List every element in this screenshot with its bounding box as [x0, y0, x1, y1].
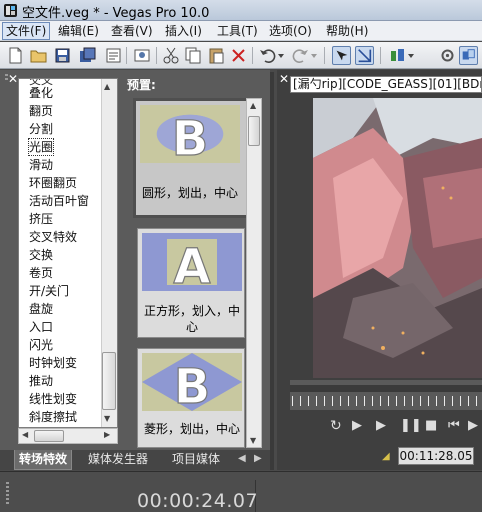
paste-icon[interactable] [207, 46, 226, 65]
preset-caption: 正方形，划入，中心 [143, 304, 240, 334]
next-frame-icon[interactable]: ▶ [468, 418, 482, 434]
timeline-timecode: 00:00:24.07 [137, 490, 259, 512]
play-icon[interactable]: ▶ [376, 418, 392, 434]
presets-vertical-scrollbar[interactable] [246, 98, 262, 448]
preset-caption: 菱形，划出，中心 [143, 422, 240, 436]
scroll-up-icon[interactable]: ▲ [104, 82, 110, 91]
svg-text:A: A [173, 239, 210, 291]
preset-thumbnail[interactable]: A 正方形，划入，中心 [137, 228, 245, 338]
list-item[interactable]: 卷页 [29, 265, 53, 281]
tab-media-generators[interactable]: 媒体发生器 [84, 450, 152, 470]
list-item[interactable]: 活动百叶窗 [29, 193, 89, 209]
tab-transitions[interactable]: 转场特效 [14, 450, 73, 470]
list-item[interactable]: 闪光 [29, 337, 53, 353]
trimmer-timeline[interactable] [290, 380, 482, 410]
preset-preview-image: A [142, 233, 242, 291]
pause-icon[interactable]: ❚❚ [400, 418, 422, 434]
undo-icon[interactable] [258, 46, 277, 65]
list-scroll-thumb[interactable] [102, 352, 116, 410]
ripple-dropdown-icon[interactable] [407, 46, 415, 65]
undo-dropdown-icon[interactable] [277, 46, 285, 65]
cut-icon[interactable] [162, 46, 181, 65]
delete-icon[interactable] [229, 46, 248, 65]
list-item[interactable]: 时钟划变 [29, 355, 77, 371]
list-item[interactable]: 环圈翻页 [29, 175, 77, 191]
list-item-selected[interactable]: 光圈 [27, 138, 55, 156]
lock-envelopes-icon[interactable] [438, 46, 457, 65]
play-from-start-icon[interactable]: ▶ [352, 418, 368, 434]
menu-edit[interactable]: 编辑(E) [55, 23, 102, 39]
ripple-edit-icon[interactable] [388, 46, 407, 65]
list-item[interactable]: 交换 [29, 247, 53, 263]
transport-controls: ↻ ▶ ▶ ❚❚ ■ ⏮ ▶ [290, 414, 482, 438]
list-horizontal-scrollbar[interactable] [18, 428, 118, 444]
scroll-left-icon[interactable]: ◀ [22, 430, 28, 439]
vegas-app-icon [4, 4, 17, 17]
list-item[interactable]: 开/关门 [29, 283, 69, 299]
preset-caption: 圆形，划出，中心 [141, 186, 238, 200]
list-item[interactable]: 挤压 [29, 211, 53, 227]
svg-text:B: B [172, 111, 209, 163]
tab-project-media[interactable]: 项目媒体 [168, 450, 224, 470]
preset-thumbnail[interactable]: B 菱形，划出，中心 [137, 348, 245, 448]
marker-icon: ◢ [382, 451, 390, 462]
redo-icon[interactable] [291, 46, 310, 65]
previous-frame-icon[interactable]: ⏮ [448, 418, 464, 434]
render-icon[interactable] [133, 46, 152, 65]
menu-view[interactable]: 查看(V) [108, 23, 156, 39]
menu-bar: 文件(F) 编辑(E) 查看(V) 插入(I) 工具(T) 选项(O) 帮助(H… [0, 21, 482, 41]
auto-crossfade-icon[interactable] [355, 46, 374, 65]
window-title: 空文件.veg * - Vegas Pro 10.0 [22, 6, 210, 21]
list-hscroll-thumb[interactable] [34, 430, 64, 442]
copy-icon[interactable] [184, 46, 203, 65]
list-item[interactable]: 分割 [29, 121, 53, 137]
menu-file[interactable]: 文件(F) [2, 22, 51, 40]
scroll-right-icon[interactable]: ▶ [104, 430, 110, 439]
preset-thumbnail[interactable]: B 圆形，划出，中心 [133, 98, 249, 218]
list-item[interactable]: 翻页 [29, 103, 53, 119]
preview-timecode: 00:11:28.05 [398, 447, 474, 465]
ignore-grouping-icon[interactable] [459, 46, 478, 65]
timeline-grip[interactable] [6, 482, 9, 504]
preset-preview-image: B [140, 105, 240, 163]
list-item[interactable]: 叠化 [29, 85, 53, 101]
window-docking-tabs: 转场特效 媒体发生器 项目媒体 ◀ ▶ [0, 450, 270, 470]
presets-label: 预置: [127, 78, 156, 92]
preview-video-frame [313, 98, 482, 378]
presets-scroll-thumb[interactable] [248, 116, 260, 146]
save-icon[interactable] [53, 46, 72, 65]
panel-splitter[interactable] [270, 72, 274, 470]
title-bar: 空文件.veg * - Vegas Pro 10.0 [0, 0, 482, 21]
list-item[interactable]: 滑动 [29, 157, 53, 173]
close-panel-icon[interactable]: ✕ [279, 72, 289, 86]
list-item[interactable]: 交叉特效 [29, 229, 77, 245]
list-item[interactable]: 斜度擦拭 [29, 409, 77, 425]
menu-insert[interactable]: 插入(I) [162, 23, 205, 39]
scroll-down-icon[interactable]: ▼ [104, 414, 110, 423]
open-folder-icon[interactable] [29, 46, 48, 65]
list-item[interactable]: 盘旋 [29, 301, 53, 317]
loop-playback-icon[interactable]: ↻ [330, 418, 346, 434]
save-as-icon[interactable] [78, 46, 97, 65]
list-item[interactable]: 推动 [29, 373, 53, 389]
tab-scroll-left-icon[interactable]: ◀ [238, 453, 246, 464]
menu-tools[interactable]: 工具(T) [214, 23, 261, 39]
menu-help[interactable]: 帮助(H) [323, 23, 371, 39]
properties-icon[interactable] [104, 46, 123, 65]
scroll-down-icon[interactable]: ▼ [250, 436, 256, 445]
redo-dropdown-icon[interactable] [310, 46, 318, 65]
new-file-icon[interactable] [6, 46, 25, 65]
menu-options[interactable]: 选项(O) [266, 23, 315, 39]
preset-preview-image: B [142, 353, 242, 411]
list-item[interactable]: 线性划变 [29, 391, 77, 407]
tab-scroll-right-icon[interactable]: ▶ [254, 453, 262, 464]
enable-snapping-icon[interactable] [332, 46, 351, 65]
scroll-up-icon[interactable]: ▲ [250, 101, 256, 110]
preview-media-title[interactable]: [漏勺rip][CODE_GEASS][01][BDrip [290, 76, 482, 93]
close-panel-icon[interactable]: ✕ [8, 72, 18, 86]
list-item[interactable]: 入口 [29, 319, 53, 335]
stop-icon[interactable]: ■ [425, 418, 441, 434]
svg-text:B: B [174, 359, 211, 411]
toolbar [0, 42, 482, 69]
